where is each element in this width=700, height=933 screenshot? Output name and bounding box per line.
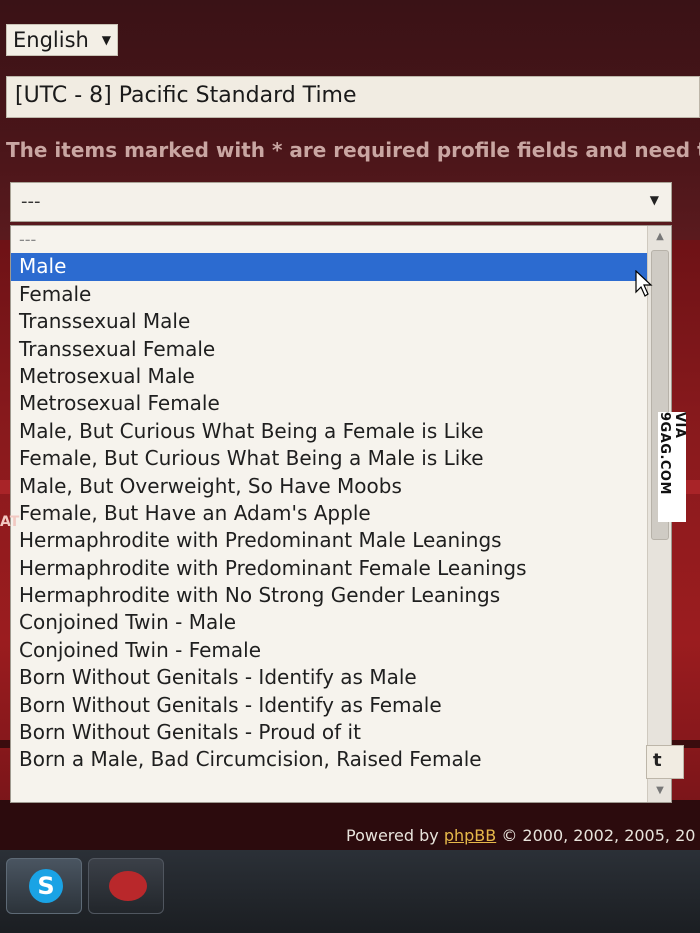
dropdown-option[interactable]: Transsexual Male [11,308,647,335]
dropdown-option[interactable]: Born a Male, Bad Circumcision, Raised Fe… [11,746,647,773]
dropdown-option[interactable]: Hermaphrodite with No Strong Gender Lean… [11,582,647,609]
dropdown-option[interactable]: Metrosexual Female [11,390,647,417]
dropdown-options: --- Male Female Transsexual Male Transsexual… [11,226,647,774]
dropdown-option[interactable]: Female, But Have an Adam's Apple [11,500,647,527]
pod-icon [109,871,147,901]
dropdown-option[interactable]: Born Without Genitals - Proud of it [11,719,647,746]
phpbb-link[interactable]: phpBB [444,826,496,845]
dropdown-option[interactable]: Born Without Genitals - Identify as Fema… [11,692,647,719]
required-fields-note: The items marked with * are required pro… [6,138,700,162]
dropdown-option[interactable]: Metrosexual Male [11,363,647,390]
dropdown-option[interactable]: Conjoined Twin - Female [11,637,647,664]
powered-by-footer: Powered by phpBB © 2000, 2002, 2005, 20 [346,826,700,845]
timezone-select[interactable]: [UTC - 8] Pacific Standard Time [6,76,700,118]
taskbar-skype-button[interactable]: S [6,858,82,914]
dropdown-option[interactable]: Male, But Overweight, So Have Moobs [11,473,647,500]
scroll-down-icon[interactable]: ▼ [648,780,671,802]
taskbar-pod-button[interactable] [88,858,164,914]
dropdown-option[interactable]: Transsexual Female [11,336,647,363]
gender-select[interactable]: --- ▼ [10,182,672,222]
watermark: VIA 9GAG.COM [657,412,687,522]
language-select-value: English [13,28,89,52]
gender-dropdown-list[interactable]: --- Male Female Transsexual Male Transsexual… [10,225,672,803]
dropdown-option[interactable]: Male [11,253,647,281]
dropdown-option[interactable]: Female, But Curious What Being a Male is… [11,445,647,472]
skype-icon: S [29,869,63,903]
dropdown-option[interactable]: Female [11,281,647,308]
language-select[interactable]: English ▼ [6,24,118,56]
dropdown-option[interactable]: Hermaphrodite with Predominant Male Lean… [11,527,647,554]
dropdown-option[interactable]: Hermaphrodite with Predominant Female Le… [11,555,647,582]
dropdown-option[interactable]: Born Without Genitals - Identify as Male [11,664,647,691]
timezone-select-value: [UTC - 8] Pacific Standard Time [15,83,357,108]
gender-select-value: --- [21,191,41,212]
obscured-button-fragment[interactable]: t [646,745,684,779]
dropdown-option[interactable]: Male, But Curious What Being a Female is… [11,418,647,445]
dropdown-arrow-icon: ▼ [649,193,659,207]
dropdown-option[interactable]: Conjoined Twin - Male [11,609,647,636]
footer-copyright: © 2000, 2002, 2005, 20 [496,826,696,845]
footer-prefix: Powered by [346,826,444,845]
dropdown-arrow-icon: ▼ [101,33,111,47]
dropdown-option[interactable]: --- [11,226,647,253]
mouse-cursor-icon [635,270,653,297]
scroll-up-icon[interactable]: ▲ [648,226,671,248]
obscured-label-fragment: AT [0,514,20,530]
